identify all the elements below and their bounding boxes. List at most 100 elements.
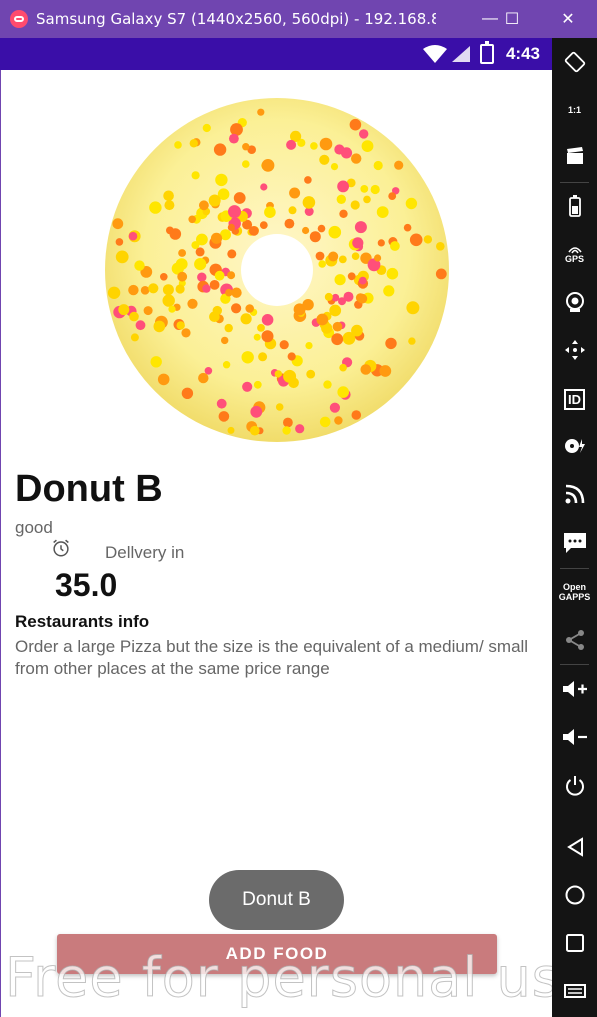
gps-icon[interactable]: GPS — [552, 234, 597, 274]
sprinkle — [360, 364, 372, 375]
sprinkle — [374, 254, 382, 262]
move-icon[interactable] — [552, 330, 597, 370]
media-icon[interactable] — [552, 426, 597, 466]
sprinkle — [354, 221, 367, 234]
back-icon[interactable] — [552, 827, 597, 867]
sprinkle — [319, 137, 333, 151]
signal-icon — [452, 46, 470, 62]
sprinkle — [169, 228, 182, 240]
sprinkle — [229, 133, 239, 144]
sprinkle — [261, 159, 275, 172]
sprinkle — [221, 336, 229, 345]
sprinkle — [435, 268, 447, 280]
sprinkle — [409, 233, 423, 247]
battery-icon[interactable] — [552, 186, 597, 226]
sprinkle — [261, 330, 274, 343]
sprinkle — [230, 123, 243, 136]
close-button[interactable]: ✕ — [546, 0, 590, 38]
app-screen: Donut B good Dellvery in 35.0 Restaurant… — [0, 70, 595, 1017]
sprinkle — [350, 200, 360, 210]
sprinkle — [107, 286, 121, 299]
battery-status-icon — [480, 41, 494, 64]
one-to-one-icon[interactable]: 1:1 — [552, 90, 597, 130]
toolbar-separator — [560, 664, 589, 665]
genymotion-logo-icon — [10, 10, 28, 28]
sprinkle — [168, 305, 176, 313]
opengapps-icon[interactable]: Open GAPPS — [552, 572, 597, 612]
emulator-toolbar: 1:1 GPS ID Open GAPPS — [552, 38, 597, 1017]
sprinkle — [360, 185, 369, 193]
home-icon[interactable] — [552, 875, 597, 915]
sprinkle — [388, 192, 397, 200]
sprinkle — [260, 183, 268, 191]
sprinkle — [162, 284, 174, 296]
id-icon[interactable]: ID — [552, 379, 597, 419]
sprinkle — [233, 192, 246, 204]
share-icon[interactable] — [552, 620, 597, 660]
clapperboard-icon[interactable] — [552, 136, 597, 176]
sprinkle — [153, 320, 166, 333]
sprinkle — [338, 255, 347, 264]
sprinkle — [257, 108, 265, 116]
sprinkle — [363, 195, 371, 204]
sprinkle — [149, 201, 162, 214]
sprinkle — [195, 247, 205, 257]
camera-icon[interactable] — [552, 282, 597, 322]
sprinkle — [338, 297, 346, 306]
sprinkle — [134, 260, 145, 271]
sprinkle — [351, 410, 362, 420]
sprinkle — [231, 303, 242, 314]
sprinkle — [302, 196, 316, 209]
sprinkle — [157, 373, 170, 386]
rotate-icon[interactable] — [552, 42, 597, 82]
power-icon[interactable] — [552, 766, 597, 806]
sprinkle — [241, 351, 254, 364]
sprinkle — [115, 250, 129, 264]
sprinkle — [370, 184, 380, 195]
sprinkle — [250, 405, 263, 418]
volume-up-icon[interactable] — [552, 669, 597, 709]
volume-down-icon[interactable] — [552, 717, 597, 757]
sprinkle — [315, 251, 325, 261]
sprinkle — [408, 337, 416, 345]
sprinkle — [198, 372, 209, 384]
sprinkle — [258, 352, 268, 362]
toolbar-separator — [560, 568, 589, 569]
sprinkle — [175, 258, 188, 270]
sprinkle — [242, 143, 250, 151]
sprinkle — [187, 298, 198, 309]
sprinkle — [227, 249, 237, 259]
sprinkle — [249, 226, 259, 236]
rss-icon[interactable] — [552, 474, 597, 514]
sprinkle — [286, 139, 297, 150]
sprinkle — [337, 180, 349, 193]
sprinkle — [306, 369, 316, 379]
sprinkle — [339, 209, 348, 218]
sms-icon[interactable] — [552, 523, 597, 563]
maximize-button[interactable]: ☐ — [490, 0, 534, 38]
sprinkle — [118, 304, 130, 316]
sprinkle — [284, 218, 295, 229]
recents-icon[interactable] — [552, 923, 597, 963]
sprinkle — [352, 237, 364, 249]
sprinkle — [337, 386, 349, 398]
sprinkle — [143, 306, 153, 316]
watermark: Free for personal use — [4, 946, 596, 1010]
sprinkle — [334, 274, 346, 286]
sprinkle — [305, 342, 313, 350]
sprinkle — [202, 284, 211, 293]
sprinkle — [250, 425, 260, 436]
sprinkle — [351, 153, 362, 164]
menu-icon[interactable] — [552, 971, 597, 1011]
sprinkle — [199, 200, 209, 211]
sprinkle — [289, 187, 301, 199]
sprinkle — [112, 218, 124, 230]
sprinkle — [216, 398, 227, 409]
sprinkle — [316, 313, 329, 326]
sprinkle — [324, 292, 333, 301]
sprinkle — [228, 205, 241, 219]
sprinkle — [323, 380, 332, 389]
sprinkle — [129, 311, 139, 322]
sprinkle — [279, 340, 289, 350]
sprinkle — [347, 272, 356, 281]
